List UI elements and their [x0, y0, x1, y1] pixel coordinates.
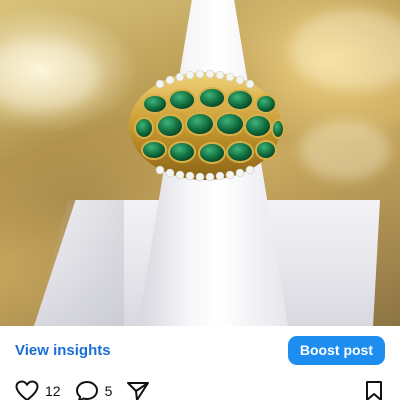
share-button[interactable]	[126, 380, 150, 400]
engagement-bar: 12 5	[0, 380, 400, 400]
fabric-highlight	[300, 120, 390, 180]
comment-button[interactable]: 5	[75, 380, 113, 400]
boost-post-button[interactable]: Boost post	[287, 335, 385, 365]
comment-count: 5	[104, 383, 113, 399]
post-photo[interactable]	[0, 0, 400, 326]
emerald-ring	[129, 69, 285, 182]
like-count: 12	[45, 383, 61, 399]
bookmark-icon	[366, 381, 382, 400]
like-button[interactable]: 12	[15, 380, 61, 400]
heart-icon	[15, 380, 39, 400]
save-button[interactable]	[364, 380, 384, 400]
fabric-highlight	[290, 10, 400, 90]
paper-plane-icon	[127, 382, 150, 400]
post-actions-bar: View insights Boost post	[0, 326, 400, 374]
view-insights-link[interactable]: View insights	[15, 342, 111, 359]
fabric-highlight	[0, 40, 100, 110]
comment-bubble-icon	[75, 381, 98, 400]
pedestal-shadow	[34, 200, 124, 326]
